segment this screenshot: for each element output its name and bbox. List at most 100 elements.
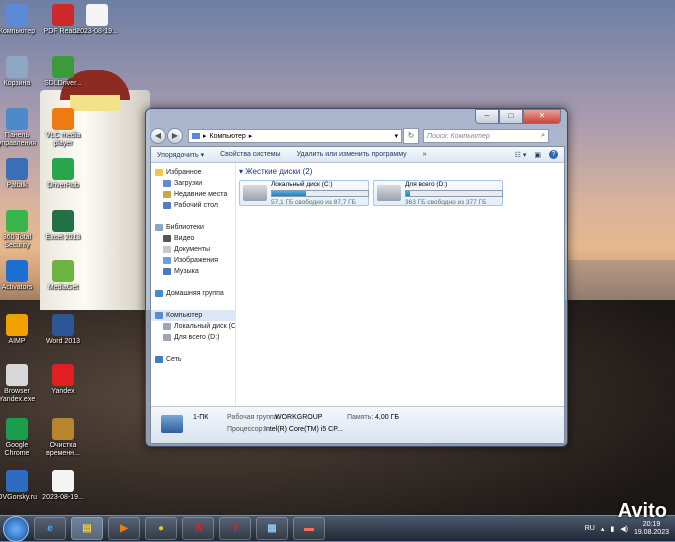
desktop-shortcut-label: 360 Total Security [2,234,32,249]
drive-usage-fill [406,190,410,196]
help-icon[interactable]: ? [549,150,558,159]
address-dropdown-icon[interactable]: ▾ [394,132,398,140]
drive-tile[interactable]: Локальный диск (C:) 57,1 ГБ свободно из 8… [239,180,369,206]
nav-music[interactable]: Музыка [151,266,235,277]
view-options-icon[interactable]: ☷ ▾ [515,151,527,159]
address-bar[interactable]: ▸ Компьютер ▸ ▾ [188,129,402,143]
desktop-shortcut[interactable]: 2023-08-19... [40,470,86,502]
nav-downloads[interactable]: Загрузки [151,178,235,189]
desktop-shortcut-label: Yandex [51,388,75,395]
nav-video[interactable]: Видео [151,233,235,244]
computer-icon [155,312,163,319]
desktop-shortcut[interactable]: OVGorsky.ru [0,470,40,502]
taskbar-ie-icon[interactable]: e [34,517,66,540]
network-icon [155,356,163,363]
desktop-shortcut[interactable]: VLC media player [40,108,86,148]
back-button[interactable]: ◀ [150,128,166,144]
cpu-value: Intel(R) Core(TM) i5 CP... [264,426,343,433]
desktop-shortcut[interactable]: DriverHub [40,158,86,190]
security-icon [6,210,28,232]
desktop-shortcut[interactable]: Paltalk [0,158,40,190]
taskbar-media-player-icon[interactable]: ▶ [108,517,140,540]
explorer-inner: Упорядочить ▾ Свойства системы Удалить и… [150,146,565,444]
desktop-shortcut[interactable]: Browser Yandex.exe [0,364,40,404]
nav-recent[interactable]: Недавние места [151,189,235,200]
desktop-shortcut[interactable]: 360 Total Security [0,210,40,250]
preview-pane-icon[interactable]: ▣ [534,151,541,159]
desktop-shortcut-label: DriverHub [47,182,79,189]
start-button[interactable] [3,515,29,542]
desktop-shortcut[interactable]: Корзина [0,56,40,88]
documents-icon [163,246,171,253]
desktop-shortcut-label: Очистка временн... [46,442,80,457]
desktop-shortcut[interactable]: SDLDriver... [40,56,86,88]
image-file-icon [86,4,108,26]
uninstall-program-button[interactable]: Удалить или изменить программу [297,151,407,158]
drives-list: Локальный диск (C:) 57,1 ГБ свободно из 8… [239,180,560,206]
desktop-shortcut-label: 2023-08-19... [42,494,84,501]
system-properties-button[interactable]: Свойства системы [220,151,280,158]
yandex-icon [52,364,74,386]
desktop-shortcut[interactable]: Excel 2013 [40,210,86,242]
drive-free-space: 57,1 ГБ свободно из 87,7 ГБ [271,198,356,206]
desktop-shortcut[interactable]: MediaGet [40,260,86,292]
nav-local-disk[interactable]: Локальный диск (C [151,321,235,332]
explorer-window[interactable]: – □ ✕ ◀ ▶ ▸ Компьютер ▸ ▾ ↻ Поиск: Компь… [145,108,568,447]
nav-desktop[interactable]: Рабочий стол [151,200,235,211]
maximize-button[interactable]: □ [499,109,523,124]
desktop-shortcut[interactable]: Word 2013 [40,314,86,346]
taskbar-yandex-browser-icon[interactable]: Y [219,517,251,540]
group-header[interactable]: ▾ Жесткие диски (2) [239,167,560,176]
more-commands-button[interactable]: » [423,151,427,158]
nav-images[interactable]: Изображения [151,255,235,266]
hard-drive-icon [163,334,171,341]
desktop-shortcut[interactable]: 2023-08-19... [74,4,120,36]
address-chevron-icon: ▸ [203,133,207,140]
images-icon [163,257,171,264]
chrome-icon [6,418,28,440]
desktop-shortcut[interactable]: Очистка временн... [40,418,86,458]
taskbar-control-panel-icon[interactable]: ▦ [256,517,288,540]
nav-all-disk[interactable]: Для всего (D:) [151,332,235,343]
desktop-shortcut[interactable]: Google Chrome [0,418,40,458]
pdf-icon [52,4,74,26]
taskbar-paint-icon[interactable]: ▬ [293,517,325,540]
taskbar-chrome-icon[interactable]: ● [145,517,177,540]
tray-arrow-icon[interactable]: ▴ [601,525,605,533]
desktop-shortcut-label: Activators [1,284,33,291]
recent-places-icon [163,191,171,198]
forward-button[interactable]: ▶ [167,128,183,144]
minimize-button[interactable]: – [475,109,499,124]
drive-info: Локальный диск (C:) 57,1 ГБ свободно из 8… [271,181,369,206]
organize-button[interactable]: Упорядочить ▾ [157,151,204,159]
desktop-shortcut-label: SDLDriver... [44,80,82,87]
nav-documents[interactable]: Документы [151,244,235,255]
desktop-shortcut[interactable]: Панель управления [0,108,40,148]
nav-network[interactable]: Сеть [151,354,235,365]
nav-homegroup[interactable]: Домашняя группа [151,288,235,299]
desktop-shortcut[interactable]: Yandex [40,364,86,396]
nav-favorites[interactable]: Избранное [151,167,235,178]
workgroup-label: Рабочая группа: [227,414,280,421]
desktop-shortcut[interactable]: Activators [0,260,40,292]
network-tray-icon[interactable]: ▮ [610,525,614,533]
search-input[interactable]: Поиск: Компьютер ⌕ [423,129,549,143]
drive-tile[interactable]: Для всего (D:) 363 ГБ свободно из 377 ГБ [373,180,503,206]
drive-info: Для всего (D:) 363 ГБ свободно из 377 ГБ [405,181,503,206]
refresh-button[interactable]: ↻ [403,128,419,144]
taskbar-yandex-icon[interactable]: Я [182,517,214,540]
language-indicator[interactable]: RU [585,525,595,532]
desktop-shortcut[interactable]: AIMP [0,314,40,346]
taskbar-explorer-icon[interactable]: ▤ [71,517,103,540]
desktop-shortcut[interactable]: Компьютер [0,4,40,36]
homegroup-icon [155,290,163,297]
volume-tray-icon[interactable]: ◀) [620,525,628,533]
search-placeholder: Поиск: Компьютер [427,132,490,140]
nav-computer[interactable]: Компьютер [151,310,235,321]
video-icon [163,235,171,242]
nav-libraries[interactable]: Библиотеки [151,222,235,233]
desktop-shortcut-label: Корзина [3,80,31,87]
close-button[interactable]: ✕ [523,109,561,124]
control-panel-icon [6,108,28,130]
desktop-shortcut-label: Browser Yandex.exe [0,388,36,403]
